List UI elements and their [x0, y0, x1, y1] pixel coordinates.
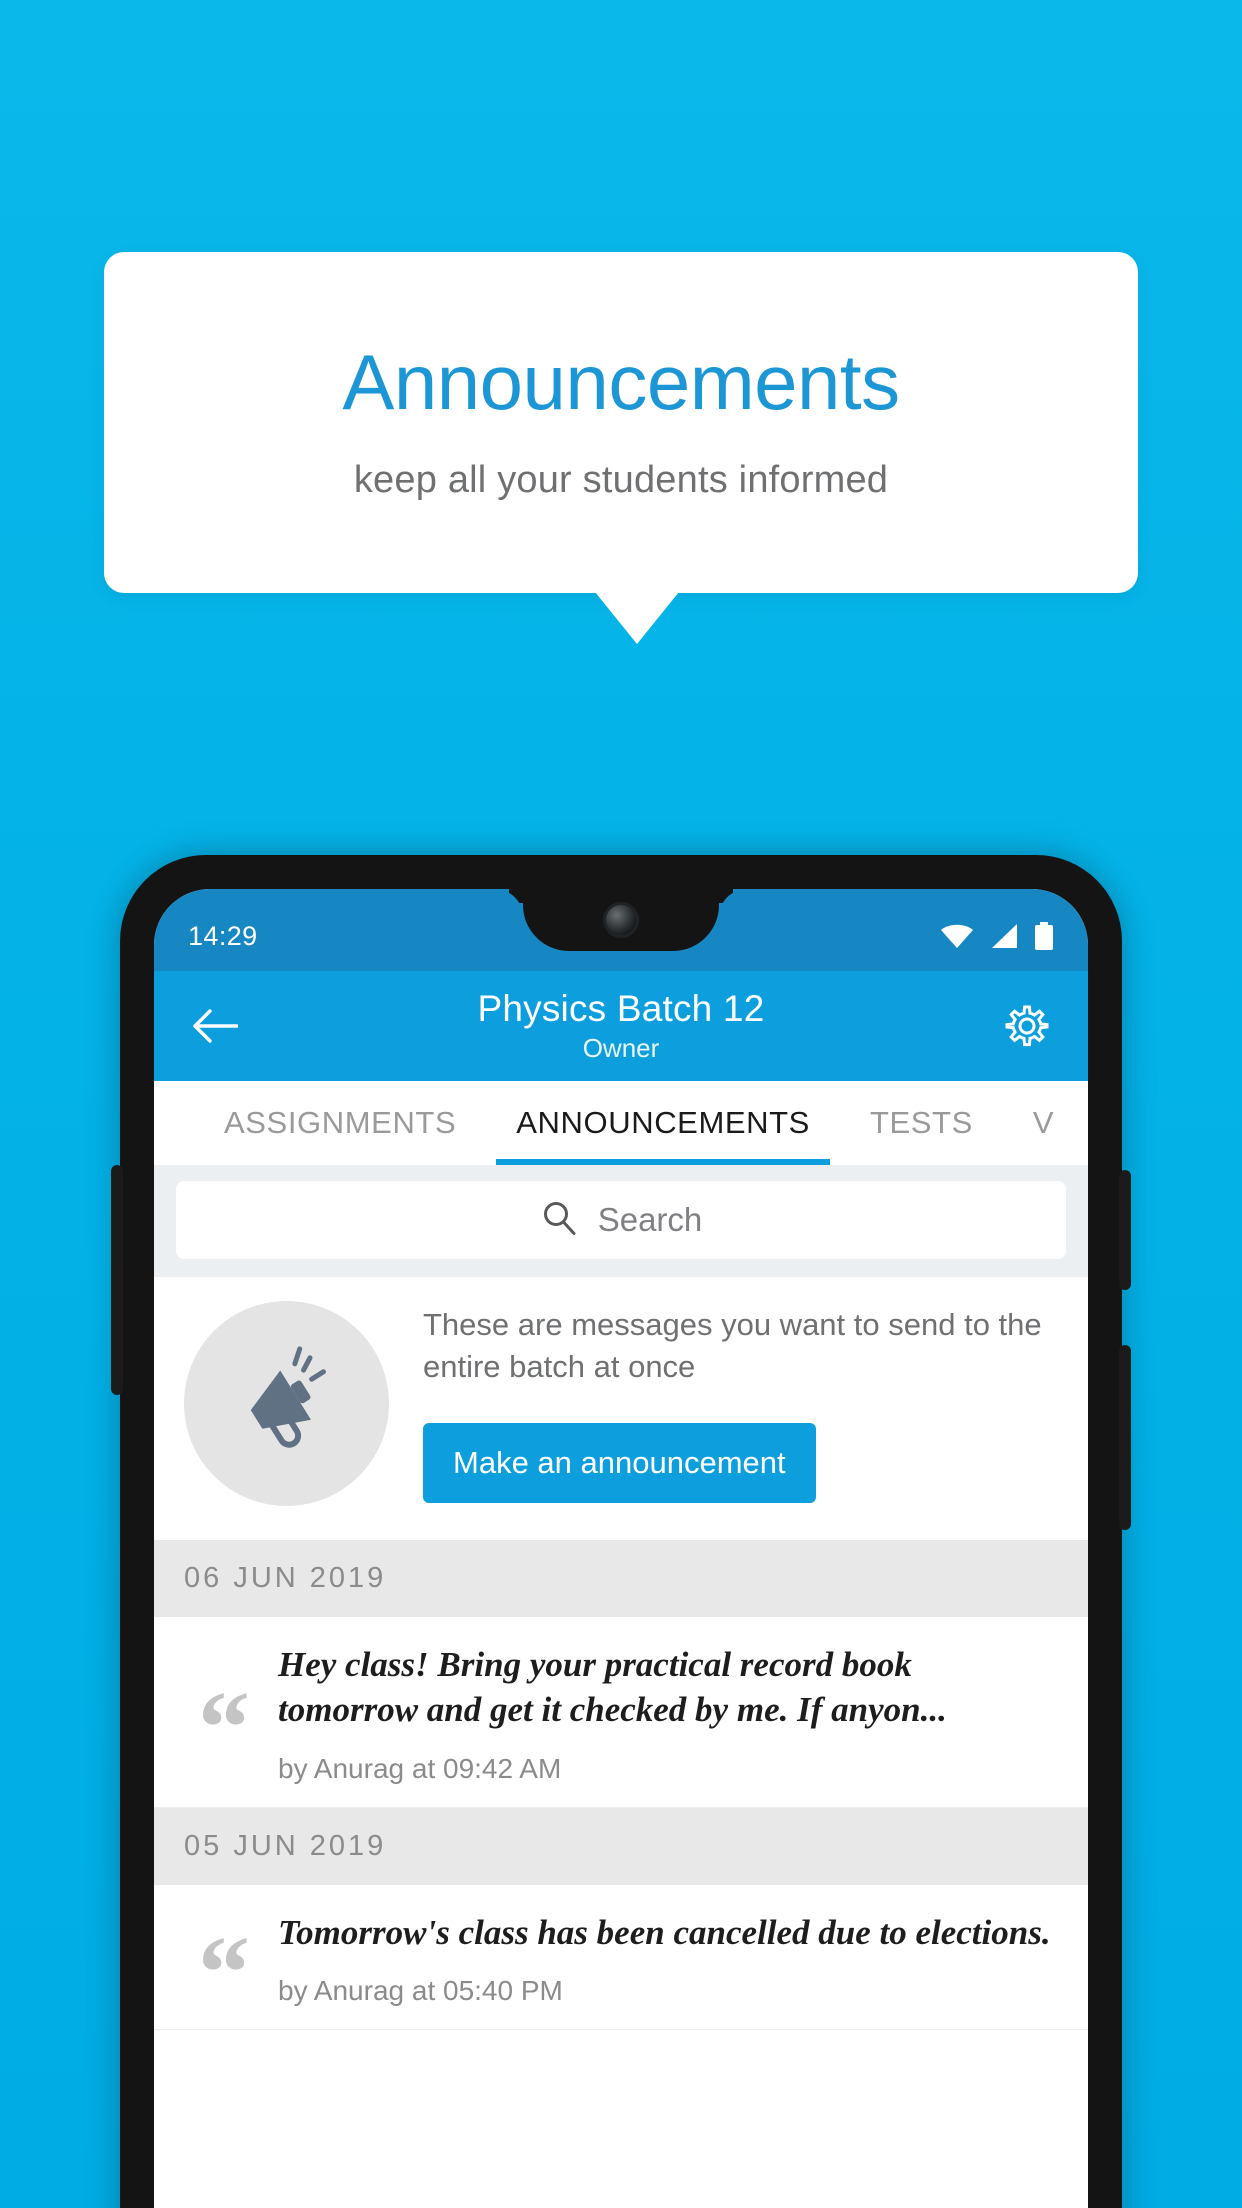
- announcement-item[interactable]: “ Hey class! Bring your practical record…: [154, 1617, 1088, 1808]
- quote-mark-icon: “: [198, 1914, 250, 2030]
- phone-notch: [523, 889, 719, 951]
- power-button[interactable]: [1119, 1170, 1131, 1290]
- quote-mark-icon: “: [198, 1669, 250, 1785]
- tab-assignments[interactable]: ASSIGNMENTS: [194, 1081, 486, 1165]
- wifi-icon: [940, 923, 974, 949]
- battery-icon: [1034, 922, 1054, 950]
- front-camera-icon: [606, 905, 636, 935]
- gear-icon[interactable]: [996, 1002, 1058, 1050]
- page-title: Announcements: [342, 338, 900, 426]
- app-bar-titles: Physics Batch 12 Owner: [154, 988, 1088, 1064]
- back-arrow-icon[interactable]: [184, 1009, 246, 1043]
- status-icons: [940, 922, 1054, 950]
- announcement-text: Hey class! Bring your practical record b…: [278, 1645, 947, 1729]
- status-bar: 14:29: [154, 889, 1088, 971]
- tab-bar: ASSIGNMENTS ANNOUNCEMENTS TESTS V: [154, 1081, 1088, 1165]
- announcements-intro: These are messages you want to send to t…: [154, 1277, 1088, 1540]
- speech-bubble-tail: [595, 592, 679, 644]
- search-input[interactable]: Search: [176, 1181, 1066, 1259]
- search-placeholder: Search: [597, 1201, 703, 1238]
- status-time: 14:29: [188, 920, 258, 951]
- phone-screen: 14:29 Physics Batch 12 Owner ASSIGNMENTS…: [154, 889, 1088, 2208]
- search-icon: [540, 1199, 578, 1242]
- app-bar: Physics Batch 12 Owner: [154, 971, 1088, 1081]
- date-header: 06 JUN 2019: [154, 1540, 1088, 1617]
- announcement-item[interactable]: “ Tomorrow's class has been cancelled du…: [154, 1884, 1088, 2031]
- tab-tests[interactable]: TESTS: [840, 1081, 1003, 1165]
- announcements-feed: 06 JUN 2019 “ Hey class! Bring your prac…: [154, 1540, 1088, 2031]
- intro-text: These are messages you want to send to t…: [423, 1307, 1042, 1384]
- search-band: Search: [154, 1165, 1088, 1277]
- date-header: 05 JUN 2019: [154, 1807, 1088, 1885]
- announcement-body: Tomorrow's class has been cancelled due …: [278, 1911, 1062, 2008]
- volume-button[interactable]: [1119, 1345, 1131, 1530]
- intro-right: These are messages you want to send to t…: [423, 1304, 1058, 1503]
- cell-signal-icon: [990, 923, 1018, 949]
- announcement-text: Tomorrow's class has been cancelled due …: [278, 1912, 1051, 1952]
- tab-announcements[interactable]: ANNOUNCEMENTS: [486, 1081, 840, 1165]
- megaphone-icon: [184, 1301, 389, 1506]
- app-bar-title: Physics Batch 12: [477, 988, 765, 1029]
- announcement-body: Hey class! Bring your practical record b…: [278, 1643, 1062, 1785]
- make-announcement-button[interactable]: Make an announcement: [423, 1422, 816, 1503]
- announcement-meta: by Anurag at 05:40 PM: [278, 1975, 563, 2007]
- page-subtitle: keep all your students informed: [353, 459, 889, 501]
- promo-card: Announcements keep all your students inf…: [104, 252, 1138, 593]
- announcement-meta: by Anurag at 09:42 AM: [278, 1752, 562, 1784]
- promo-screenshot: Announcements keep all your students inf…: [0, 0, 1242, 2208]
- tab-next-partial[interactable]: V: [1003, 1081, 1084, 1165]
- app-bar-subtitle: Owner: [582, 1033, 660, 1063]
- phone-frame: 14:29 Physics Batch 12 Owner ASSIGNMENTS…: [111, 855, 1131, 2208]
- assistant-button[interactable]: [111, 1165, 123, 1395]
